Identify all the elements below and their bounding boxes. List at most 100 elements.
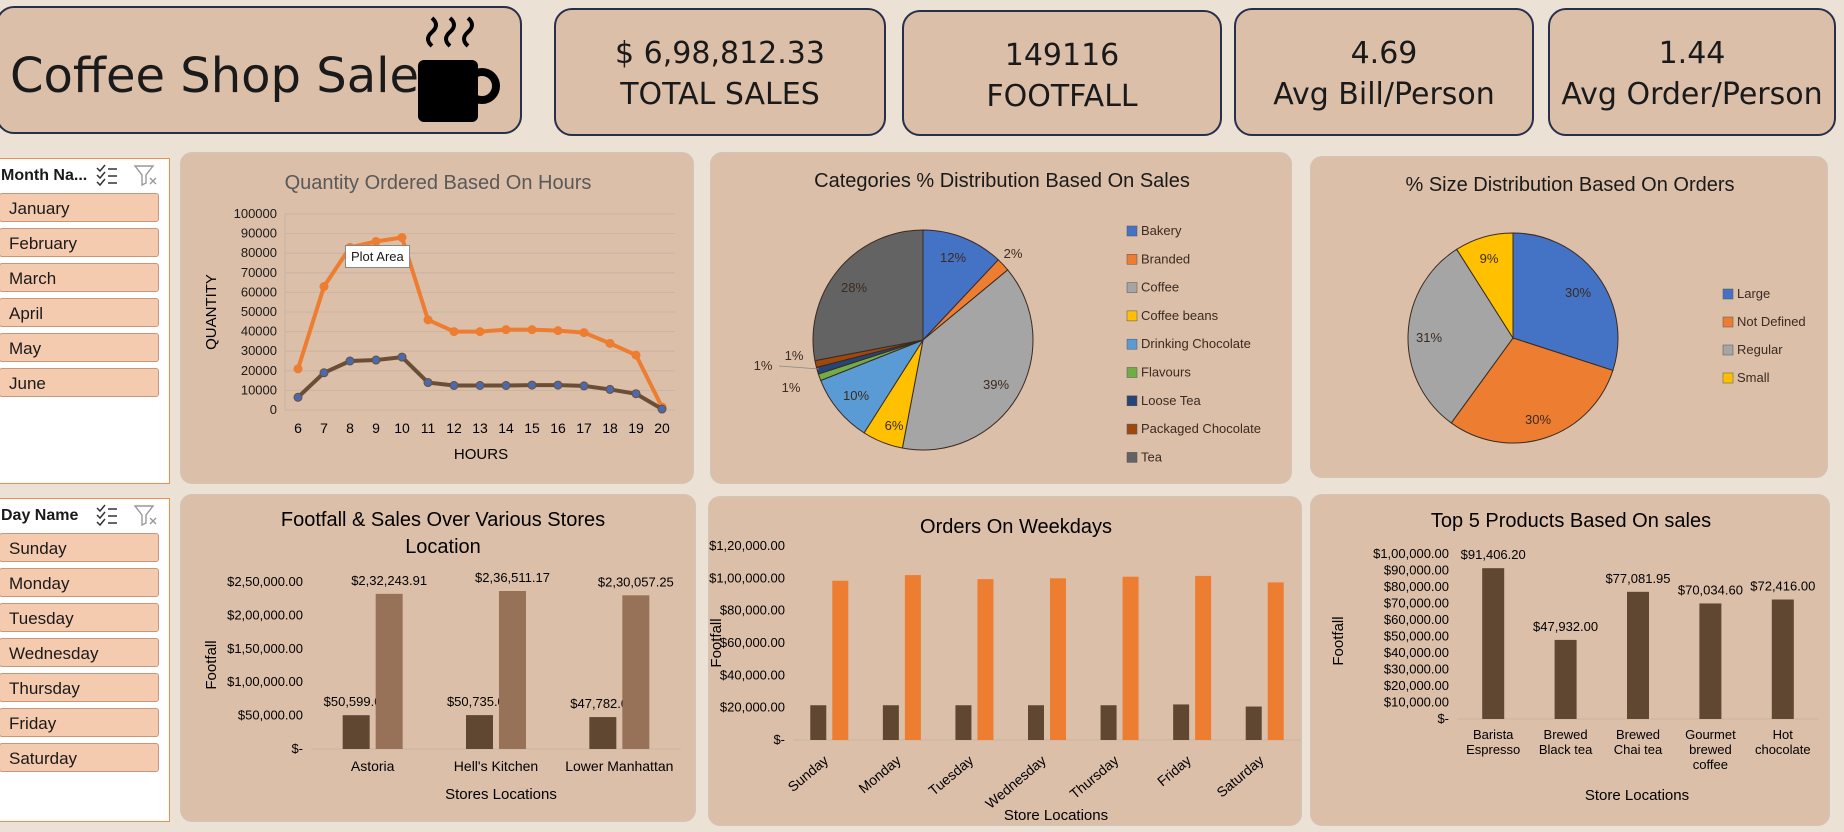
pie-data-label: 28% [841,280,867,295]
day-slicer[interactable]: Day Name Sunday Monday Tuesday Wednesday… [0,498,170,822]
slicer-item-march[interactable]: March [0,263,159,292]
slicer-item-wednesday[interactable]: Wednesday [0,638,159,667]
data-label: $2,32,243.91 [351,573,427,588]
weekdays-chart-panel: Orders On Weekdays $- $20,000.00 $40,000.00… [708,496,1302,826]
bar [1699,603,1722,719]
x-axis-title: HOURS [454,446,508,463]
slicer-item-sunday[interactable]: Sunday [0,533,159,562]
legend-swatch [1126,310,1138,322]
bar [1122,576,1139,740]
bar [1267,582,1284,740]
hours-chart-panel: Quantity Ordered Based On Hours 0 10000 200… [180,152,694,484]
data-point [397,352,407,362]
y-tick-label: $30,000.00 [1384,662,1449,677]
sizes-chart-panel: % Size Distribution Based On Orders 30% 30… [1310,156,1828,478]
legend-swatch [1126,338,1138,350]
x-tick-label: 15 [524,420,540,436]
y-tick-label: 20000 [241,363,277,378]
clear-filter-icon[interactable] [133,163,159,187]
pie-data-label: 10% [843,388,869,403]
bar [1554,639,1577,719]
x-tick-label: Monday [855,752,903,796]
legend-label: Packaged Chocolate [1141,421,1261,436]
kpi-value: 4.69 [1350,36,1418,71]
month-slicer[interactable]: Month Na... January February March April… [0,158,170,484]
legend-swatch [1126,452,1138,463]
multi-select-icon[interactable] [95,503,119,527]
y-tick-label: 100000 [234,206,277,221]
slicer-item-monday[interactable]: Monday [0,568,159,597]
pie-data-label: 31% [1416,330,1442,345]
data-label: $2,36,511.17 [475,570,550,585]
pie-data-label: 2% [1004,246,1023,261]
slicer-item-april[interactable]: April [0,298,159,327]
legend-swatch [1126,395,1138,407]
data-label: $72,416.00 [1750,579,1815,594]
slicer-item-friday[interactable]: Friday [0,708,159,737]
y-tick-label: $- [291,741,303,756]
weekdays-bar-chart: Orders On Weekdays $- $20,000.00 $40,000.00… [708,516,1301,824]
data-point [423,378,433,388]
y-tick-label: $2,50,000.00 [227,574,303,589]
slicer-item-saturday[interactable]: Saturday [0,743,159,772]
x-axis-title: Store Locations [1004,807,1108,824]
data-point [397,233,407,243]
data-point [527,325,537,335]
y-tick-label: 10000 [241,382,277,397]
slicer-items: Sunday Monday Tuesday Wednesday Thursday… [0,533,169,772]
pie-data-label: 6% [885,418,904,433]
legend-swatch [1722,316,1734,328]
data-point [319,368,329,378]
data-point [449,381,459,390]
clear-filter-icon[interactable] [133,503,159,527]
slicer-item-thursday[interactable]: Thursday [0,673,159,702]
pie-slice [812,229,924,362]
x-tick-label: 9 [372,420,380,436]
data-point [553,326,563,336]
y-tick-label: $40,000.00 [720,667,785,682]
leader-line [778,365,820,370]
bar [1100,705,1117,740]
data-point [553,380,563,390]
kpi-total-sales: $ 6,98,812.33 TOTAL SALES [554,8,886,136]
x-tick-label: 16 [550,420,566,436]
coffee-cup-icon [418,16,500,122]
x-tick-label: 20 [654,420,670,436]
legend-label: Coffee [1141,280,1179,295]
data-label: $2,30,057.25 [598,574,674,589]
pie-data-label: 1% [785,348,804,363]
slicer-item-tuesday[interactable]: Tuesday [0,603,159,632]
slicer-items: January February March April May June [0,193,169,397]
data-label: $47,932.00 [1533,619,1598,634]
y-tick-label: 90000 [241,226,277,241]
multi-select-icon[interactable] [95,163,119,187]
chart-title: Categories % Distribution Based On Sales [814,170,1190,192]
x-tick-label: Brewed [1616,727,1660,742]
y-tick-label: 60000 [241,284,277,299]
x-tick-label: brewed [1689,742,1732,757]
y-axis-title: Footfall [1330,616,1347,665]
kpi-value: 1.44 [1658,36,1726,71]
x-tick-label: coffee [1693,757,1728,772]
x-tick-label: 7 [320,420,328,436]
x-tick-label: Tuesday [925,752,976,798]
slicer-header: Day Name [0,499,169,533]
slicer-item-january[interactable]: January [0,193,159,222]
dashboard-title: Coffee Shop Sales [10,48,445,104]
slicer-item-june[interactable]: June [0,368,159,397]
legend-swatch [1126,367,1138,378]
legend-label: Small [1737,370,1770,385]
bar [342,715,370,749]
legend-swatch [1722,344,1734,356]
legend-label: Flavours [1141,365,1191,380]
categories-chart-panel: Categories % Distribution Based On Sales… [710,152,1292,484]
categories-pie-chart: Categories % Distribution Based On Sales… [754,170,1261,464]
slicer-item-may[interactable]: May [0,333,159,362]
y-tick-label: $90,000.00 [1384,563,1449,578]
bar [1195,575,1212,740]
chart-title: Top 5 Products Based On sales [1431,510,1711,532]
y-tick-label: $- [773,732,785,747]
slicer-item-february[interactable]: February [0,228,159,257]
bar [904,575,921,740]
y-axis-title: Footfall [709,618,725,667]
